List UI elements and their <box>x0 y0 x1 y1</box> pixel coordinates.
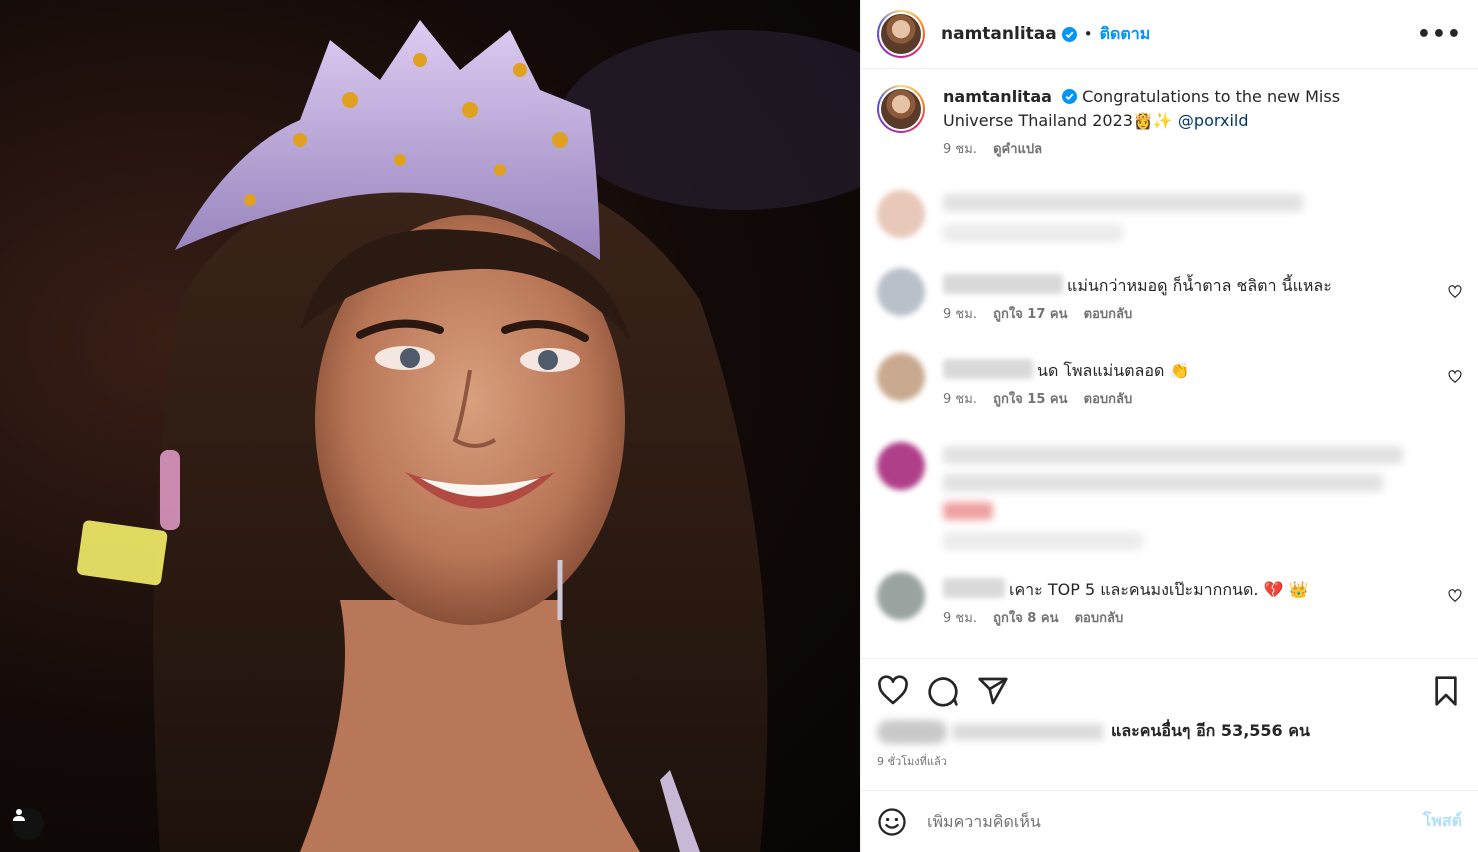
caption-emojis: 👸✨ <box>1132 111 1173 130</box>
reply-button[interactable]: ตอบกลับ <box>1084 307 1133 322</box>
comment-likes-link[interactable]: ถูกใจ 15 คน <box>993 392 1067 407</box>
commenter-username-blurred[interactable] <box>943 274 1063 294</box>
like-heart-icon[interactable] <box>877 675 909 707</box>
comment-avatar[interactable] <box>877 190 925 238</box>
comment-like-heart-icon[interactable] <box>1448 370 1462 384</box>
comment-item: แม่นกว่าหมอดู ก็น้ำตาล ชลิตา นี้แหละ 9 ช… <box>877 268 1462 327</box>
comment-body: นด โพลแม่นตลอด 👏 9 ชม. ถูกใจ 15 คน ตอบกล… <box>943 353 1433 412</box>
add-comment-bar: โพสต์ <box>861 790 1478 852</box>
commenter-username-blurred[interactable] <box>943 578 1005 598</box>
person-icon <box>13 809 25 821</box>
blurred-text <box>943 474 1383 492</box>
save-bookmark-icon[interactable] <box>1430 675 1462 707</box>
post-photo-illustration <box>76 20 860 852</box>
comment-avatar[interactable] <box>877 268 925 316</box>
comment-item: เคาะ TOP 5 และคนมงเป๊ะมากกนด. 💔 👑 9 ชม. … <box>877 572 1462 631</box>
comment-time: 9 ชม. <box>943 611 977 626</box>
comment-meta: 9 ชม. ถูกใจ 15 คน ตอบกลับ <box>943 388 1433 412</box>
emoji-smiley-icon[interactable] <box>877 807 907 837</box>
comment-meta: 9 ชม. ถูกใจ 17 คน ตอบกลับ <box>943 303 1433 327</box>
caption-author-avatar[interactable] <box>877 85 925 133</box>
comment-avatar[interactable] <box>877 442 925 490</box>
comment-input[interactable] <box>927 812 1423 831</box>
comment-meta: 9 ชม. ถูกใจ 8 คน ตอบกลับ <box>943 607 1433 631</box>
comments-list[interactable]: namtanlitaa Congratulations to the new M… <box>861 69 1478 658</box>
comment-text: นด โพลแม่นตลอด 👏 <box>1037 361 1190 380</box>
comment-avatar[interactable] <box>877 353 925 401</box>
action-icons-row <box>877 675 1462 707</box>
caption-mention-link[interactable]: @porxild <box>1178 111 1249 130</box>
blurred-meta <box>943 224 1123 242</box>
post-header: namtanlitaa • ติดตาม ••• <box>861 0 1478 69</box>
comment-item-hidden <box>877 190 1462 242</box>
post-timestamp[interactable]: 9 ชั่วโมงที่แล้ว <box>877 752 1462 770</box>
comment-like-heart-icon[interactable] <box>1448 285 1462 299</box>
reply-button[interactable]: ตอบกลับ <box>1075 611 1124 626</box>
post-side-panel: namtanlitaa • ติดตาม ••• namtanlitaa Con… <box>860 0 1478 852</box>
comment-avatar[interactable] <box>877 572 925 620</box>
caption-time: 9 ชม. <box>943 142 977 157</box>
liker-avatars-blurred <box>877 719 947 744</box>
post-actions: และคนอื่นๆ อีก 53,556 คน 9 ชั่วโมงที่แล้… <box>861 658 1478 790</box>
comment-body: เคาะ TOP 5 และคนมงเป๊ะมากกนด. 💔 👑 9 ชม. … <box>943 572 1433 631</box>
caption-username[interactable]: namtanlitaa <box>943 87 1052 106</box>
see-translation-button[interactable]: ดูคำแปล <box>993 142 1042 157</box>
comment-body <box>943 190 1433 242</box>
comment-time: 9 ชม. <box>943 392 977 407</box>
more-options-icon[interactable]: ••• <box>1417 22 1462 47</box>
likes-summary[interactable]: และคนอื่นๆ อีก 53,556 คน <box>877 719 1462 744</box>
caption-meta: 9 ชม. ดูคำแปล <box>943 138 1403 162</box>
comment-bubble-icon[interactable] <box>927 675 959 707</box>
separator-dot: • <box>1083 25 1093 43</box>
share-paper-plane-icon[interactable] <box>977 675 1009 707</box>
follow-button[interactable]: ติดตาม <box>1100 22 1151 47</box>
blurred-text <box>943 194 1303 212</box>
post-image[interactable] <box>0 0 860 852</box>
comment-item-hidden <box>877 442 1462 550</box>
verified-badge-icon <box>1061 26 1077 42</box>
author-avatar[interactable] <box>877 10 925 58</box>
comment-text: เคาะ TOP 5 และคนมงเป๊ะมากกนด. 💔 👑 <box>1009 580 1309 599</box>
comment-text: แม่นกว่าหมอดู ก็น้ำตาล ชลิตา นี้แหละ <box>1067 276 1332 295</box>
commenter-username-blurred[interactable] <box>943 359 1033 379</box>
post-caption: namtanlitaa Congratulations to the new M… <box>877 85 1462 162</box>
comment-body: แม่นกว่าหมอดู ก็น้ำตาล ชลิตา นี้แหละ 9 ช… <box>943 268 1433 327</box>
comment-like-heart-icon[interactable] <box>1448 589 1462 603</box>
post-comment-button[interactable]: โพสต์ <box>1423 809 1462 834</box>
liker-names-blurred <box>953 723 1103 740</box>
comment-likes-link[interactable]: ถูกใจ 8 คน <box>993 611 1058 626</box>
comment-body <box>943 442 1433 550</box>
author-username[interactable]: namtanlitaa <box>941 24 1057 44</box>
comment-item: นด โพลแม่นตลอด 👏 9 ชม. ถูกใจ 15 คน ตอบกล… <box>877 353 1462 412</box>
comment-time: 9 ชม. <box>943 307 977 322</box>
tagged-user-button[interactable] <box>12 808 44 840</box>
reply-button[interactable]: ตอบกลับ <box>1084 392 1133 407</box>
caption-body: namtanlitaa Congratulations to the new M… <box>943 85 1403 162</box>
likes-count-text: และคนอื่นๆ อีก 53,556 คน <box>1111 721 1310 740</box>
instagram-post-page: namtanlitaa • ติดตาม ••• namtanlitaa Con… <box>0 0 1478 852</box>
blurred-text <box>943 502 993 520</box>
verified-badge-icon <box>1062 89 1077 104</box>
comment-likes-link[interactable]: ถูกใจ 17 คน <box>993 307 1067 322</box>
blurred-text <box>943 446 1403 464</box>
blurred-meta <box>943 532 1143 550</box>
